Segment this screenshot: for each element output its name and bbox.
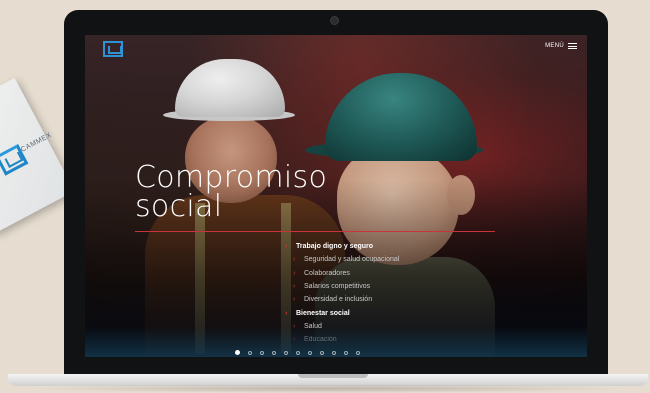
menu-item-label: Salud: [304, 322, 322, 330]
menu-item-educacion[interactable]: › Educación: [285, 333, 399, 346]
pagination-dot[interactable]: [260, 350, 264, 355]
hamburger-icon: [568, 43, 577, 49]
pagination-dot[interactable]: [235, 350, 240, 355]
chevron-right-icon: ›: [293, 269, 296, 277]
menu-item-label: Colaboradores: [304, 269, 350, 277]
pagination-dot[interactable]: [356, 350, 360, 355]
menu-item-label: Bienestar social: [296, 309, 350, 317]
laptop-notch: [298, 374, 368, 378]
pagination-dot[interactable]: [272, 350, 276, 355]
chevron-right-icon: ›: [285, 243, 288, 251]
section-menu: › Trabajo digno y seguro › Seguridad y s…: [285, 240, 399, 346]
menu-button[interactable]: MENÚ: [545, 43, 577, 49]
pagination-dot[interactable]: [308, 350, 312, 355]
menu-item-label: Trabajo digno y seguro: [296, 243, 374, 251]
pagination-dot[interactable]: [320, 350, 324, 355]
pagination-dot[interactable]: [248, 350, 252, 355]
menu-item-seguridad[interactable]: › Seguridad y salud ocupacional: [285, 253, 399, 266]
menu-item-trabajo-digno[interactable]: › Trabajo digno y seguro: [285, 240, 399, 253]
menu-item-diversidad[interactable]: › Diversidad e inclusión: [285, 293, 399, 306]
site-logo-icon[interactable]: [103, 41, 123, 57]
title-divider: [135, 231, 495, 232]
menu-item-label: Seguridad y salud ocupacional: [304, 256, 400, 264]
pagination-dot[interactable]: [284, 350, 288, 355]
camera-icon: [330, 16, 339, 25]
title-line-2: social: [135, 189, 223, 224]
chevron-right-icon: ›: [293, 336, 296, 344]
pagination-dot[interactable]: [344, 350, 348, 355]
chevron-right-icon: ›: [293, 322, 296, 330]
chevron-right-icon: ›: [293, 296, 296, 304]
laptop-shadow: [20, 384, 636, 393]
page-title: Compromiso social: [135, 163, 327, 224]
menu-item-salud[interactable]: › Salud: [285, 320, 399, 333]
menu-item-label: Educación: [304, 336, 337, 344]
chevron-right-icon: ›: [293, 256, 296, 264]
chevron-right-icon: ›: [293, 283, 296, 291]
pagination-dot[interactable]: [332, 350, 336, 355]
menu-item-label: Diversidad e inclusión: [304, 296, 373, 304]
laptop-frame: MENÚ Compromiso social › Trabajo digno y…: [64, 10, 608, 374]
menu-item-colaboradores[interactable]: › Colaboradores: [285, 267, 399, 280]
laptop-screen: MENÚ Compromiso social › Trabajo digno y…: [85, 35, 587, 357]
brochure-text: CAMMEX: [19, 131, 53, 154]
chevron-right-icon: ›: [285, 309, 288, 317]
menu-item-label: Salarios competitivos: [304, 283, 371, 291]
menu-item-bienestar[interactable]: › Bienestar social: [285, 306, 399, 319]
slide-pagination: [235, 350, 360, 355]
menu-label: MENÚ: [545, 43, 564, 49]
pagination-dot[interactable]: [296, 350, 300, 355]
menu-item-salarios[interactable]: › Salarios competitivos: [285, 280, 399, 293]
